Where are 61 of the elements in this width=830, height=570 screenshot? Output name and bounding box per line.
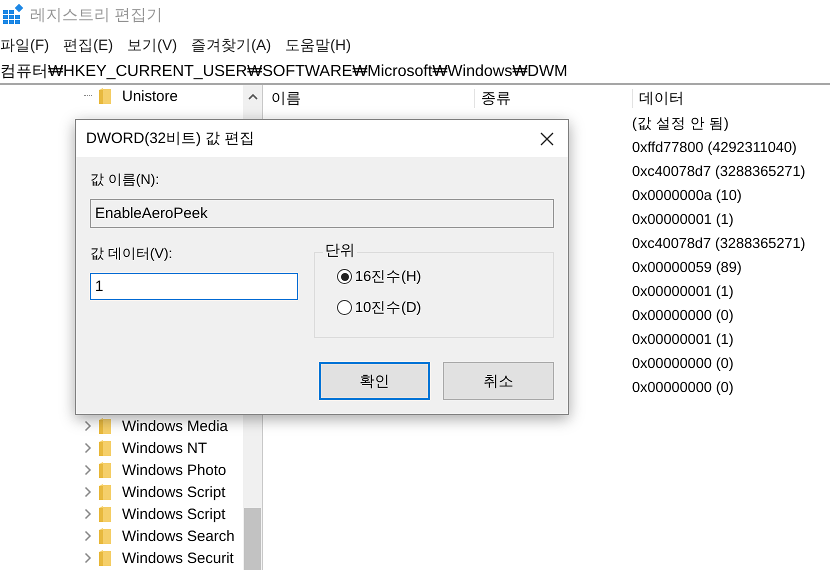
tree-item[interactable]: Windows Media bbox=[122, 418, 228, 434]
close-icon[interactable] bbox=[540, 132, 554, 146]
chevron-icon[interactable] bbox=[84, 464, 92, 476]
folder-icon bbox=[98, 549, 112, 567]
tree-item[interactable]: Windows NT bbox=[122, 440, 208, 456]
menu-item[interactable]: 도움말(H) bbox=[285, 36, 351, 54]
table-cell-text: 0x00000001 (1) bbox=[632, 331, 734, 350]
table-cell-text: 0x00000001 (1) bbox=[632, 283, 734, 302]
table-cell-text: 0x00000000 (0) bbox=[632, 379, 734, 398]
scroll-up-icon[interactable] bbox=[248, 93, 258, 100]
radio-label[interactable]: 16진수(H) bbox=[355, 267, 422, 286]
table-cell-text: 0xc40078d7 (3288365271) bbox=[632, 163, 806, 182]
radio-button[interactable] bbox=[337, 269, 352, 284]
dialog-button[interactable]: 취소 bbox=[443, 362, 554, 400]
table-cell-text: 0x0000000a (10) bbox=[632, 187, 742, 206]
menu-item[interactable]: 즐겨찾기(A) bbox=[191, 36, 272, 54]
scrollbar-thumb[interactable] bbox=[244, 508, 261, 570]
folder-icon bbox=[98, 87, 112, 105]
folder-icon bbox=[98, 505, 112, 523]
folder-icon bbox=[98, 439, 112, 457]
name-field: EnableAeroPeek bbox=[90, 199, 554, 228]
chevron-icon[interactable] bbox=[84, 552, 92, 564]
tree-item[interactable]: Windows Securit bbox=[122, 550, 234, 566]
tree-item[interactable]: Windows Script bbox=[122, 506, 226, 522]
window-title: 레지스트리 편집기 bbox=[30, 6, 162, 26]
table-cell-text: 0x00000001 (1) bbox=[632, 211, 734, 230]
chevron-icon[interactable] bbox=[84, 486, 92, 498]
menu-item[interactable]: 파일(F) bbox=[0, 36, 50, 54]
table-cell-text: 0xc40078d7 (3288365271) bbox=[632, 235, 806, 254]
folder-icon bbox=[98, 483, 112, 501]
field-label: 값 데이터(V): bbox=[90, 245, 174, 263]
chevron-icon[interactable] bbox=[84, 508, 92, 520]
tree-item[interactable]: Windows Script bbox=[122, 484, 226, 500]
radio-label[interactable]: 10진수(D) bbox=[355, 298, 422, 317]
tree-item[interactable]: Windows Photo bbox=[122, 462, 226, 478]
folder-icon bbox=[98, 417, 112, 435]
field-label: 값 이름(N): bbox=[90, 171, 160, 189]
folder-icon bbox=[98, 461, 112, 479]
table-cell-text: 0x00000000 (0) bbox=[632, 355, 734, 374]
chevron-icon[interactable] bbox=[84, 530, 92, 542]
dialog-title: DWORD(32비트) 값 편집 bbox=[86, 129, 254, 148]
dialog-button[interactable]: 확인 bbox=[319, 362, 430, 400]
group-label: 단위 bbox=[323, 241, 357, 260]
chevron-icon[interactable] bbox=[84, 420, 92, 432]
folder-icon bbox=[98, 527, 112, 545]
column-header[interactable]: 데이터 bbox=[632, 88, 684, 108]
table-cell-text: 0x00000000 (0) bbox=[632, 307, 734, 326]
column-header[interactable]: 종류 bbox=[474, 88, 632, 108]
tree-item[interactable]: Windows Search bbox=[122, 528, 235, 544]
radio-button[interactable] bbox=[337, 300, 352, 315]
registry-icon bbox=[2, 4, 24, 26]
column-header[interactable]: 이름 bbox=[271, 88, 474, 108]
chevron-icon[interactable] bbox=[84, 442, 92, 454]
table-cell-text: (값 설정 안 됨) bbox=[632, 115, 729, 134]
table-cell-text: 0x00000059 (89) bbox=[632, 259, 742, 278]
menu-item[interactable]: 편집(E) bbox=[63, 36, 114, 54]
table-cell-text: 0xffd77800 (4292311040) bbox=[632, 139, 797, 158]
menu-item[interactable]: 보기(V) bbox=[127, 36, 178, 54]
address-field[interactable]: 컴퓨터₩HKEY_CURRENT_USER₩SOFTWARE₩Microsoft₩Windows₩DWM bbox=[0, 60, 830, 85]
tree-item[interactable]: Unistore bbox=[122, 88, 178, 104]
data-input-field[interactable]: 1 bbox=[90, 273, 298, 300]
